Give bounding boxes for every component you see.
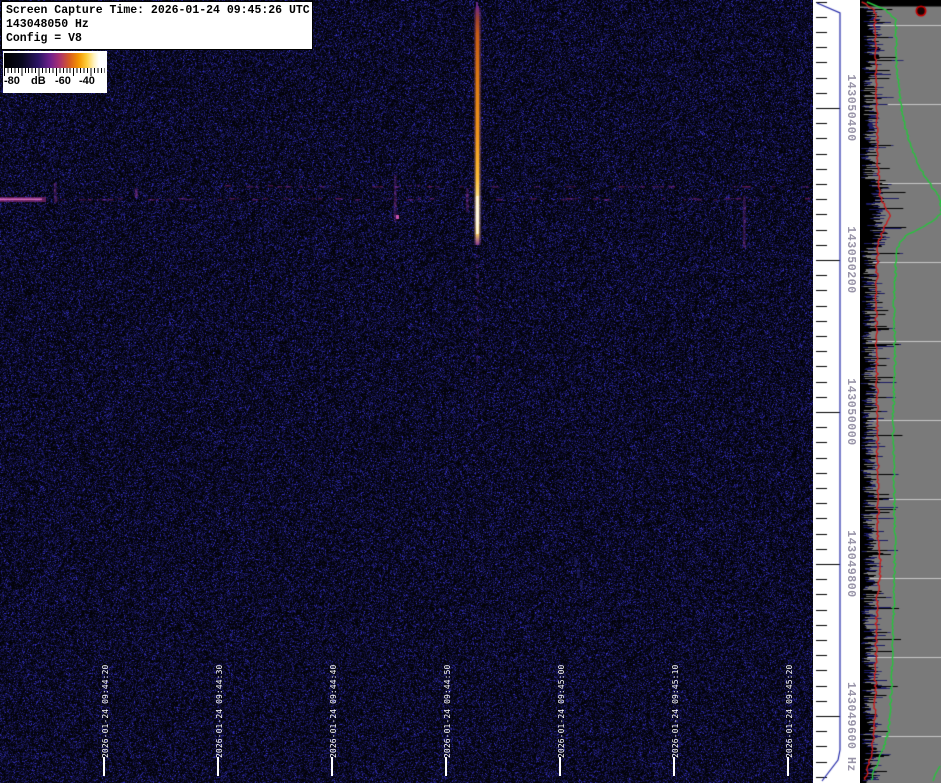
frequency-label-text: 143050200 xyxy=(844,226,857,294)
time-tick xyxy=(445,757,447,776)
capture-config-text: Config = V8 xyxy=(6,32,308,46)
capture-time-text: Screen Capture Time: 2026-01-24 09:45:26… xyxy=(6,4,308,18)
colorbar-label-max: -40 xyxy=(79,75,95,87)
spectrum-side-panel xyxy=(860,0,941,783)
frequency-label-text: 143049800 xyxy=(844,530,857,598)
time-label-text: 2026-01-24 09:44:30 xyxy=(215,665,224,758)
time-tick xyxy=(217,757,219,776)
colorbar-label-mid: -60 xyxy=(55,75,71,87)
time-label-text: 2026-01-24 09:45:20 xyxy=(785,665,794,758)
colorbar-label-min: -80 xyxy=(4,75,20,87)
capture-frequency-text: 143048050 Hz xyxy=(6,18,308,32)
waterfall-spectrogram xyxy=(0,0,813,783)
frequency-label-text: 143050000 xyxy=(844,378,857,446)
time-tick xyxy=(787,757,789,776)
colorbar-minor-ticks xyxy=(4,68,105,73)
frequency-label-text: 143050400 xyxy=(844,74,857,142)
time-tick xyxy=(331,757,333,776)
capture-info-box: Screen Capture Time: 2026-01-24 09:45:26… xyxy=(1,1,313,50)
time-label-text: 2026-01-24 09:44:40 xyxy=(329,665,338,758)
time-label-text: 2026-01-24 09:44:50 xyxy=(443,665,452,758)
intensity-colorbar: -80 dB -60 -40 xyxy=(3,51,107,93)
frequency-label-text: 143049600 Hz xyxy=(844,682,857,772)
time-label-text: 2026-01-24 09:45:00 xyxy=(557,665,566,758)
time-label-text: 2026-01-24 09:45:10 xyxy=(671,665,680,758)
time-tick xyxy=(103,757,105,776)
colorbar-unit-label: dB xyxy=(31,75,46,87)
time-label-text: 2026-01-24 09:44:20 xyxy=(101,665,110,758)
time-tick xyxy=(673,757,675,776)
time-tick xyxy=(559,757,561,776)
colorbar-gradient xyxy=(4,53,105,68)
spectrum-lab-screen-capture: 2026-01-24 09:44:20 2026-01-24 09:44:30 20… xyxy=(0,0,941,783)
